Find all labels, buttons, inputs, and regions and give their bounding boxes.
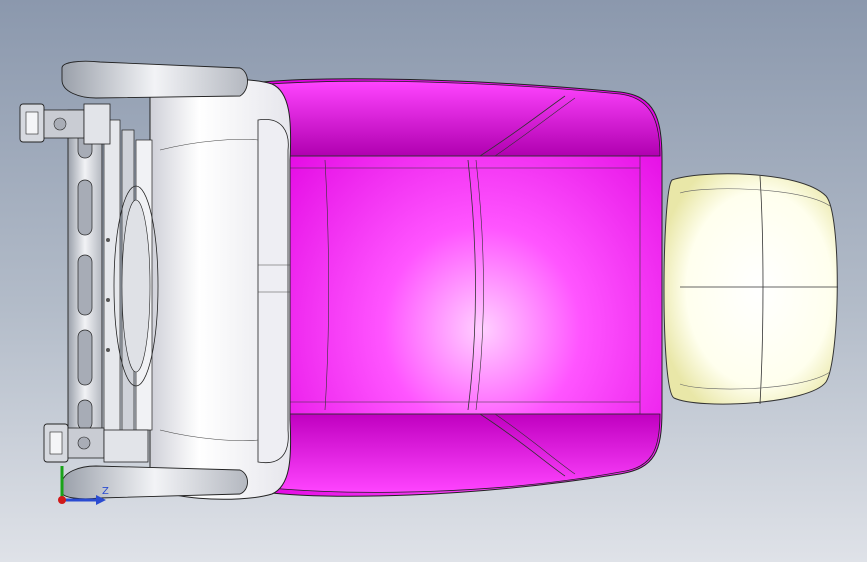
seat-cushion[interactable] bbox=[261, 78, 663, 497]
x-axis-icon bbox=[58, 496, 66, 504]
cad-viewport[interactable]: Z bbox=[0, 0, 867, 562]
seat-model[interactable] bbox=[0, 0, 867, 562]
backrest[interactable] bbox=[149, 78, 292, 500]
headrest[interactable] bbox=[663, 173, 838, 405]
bottom-latch[interactable] bbox=[43, 423, 149, 463]
coordinate-triad: Z bbox=[58, 466, 109, 505]
top-latch[interactable] bbox=[19, 103, 111, 145]
z-axis-label: Z bbox=[102, 486, 109, 497]
z-axis-icon: Z bbox=[62, 486, 109, 505]
